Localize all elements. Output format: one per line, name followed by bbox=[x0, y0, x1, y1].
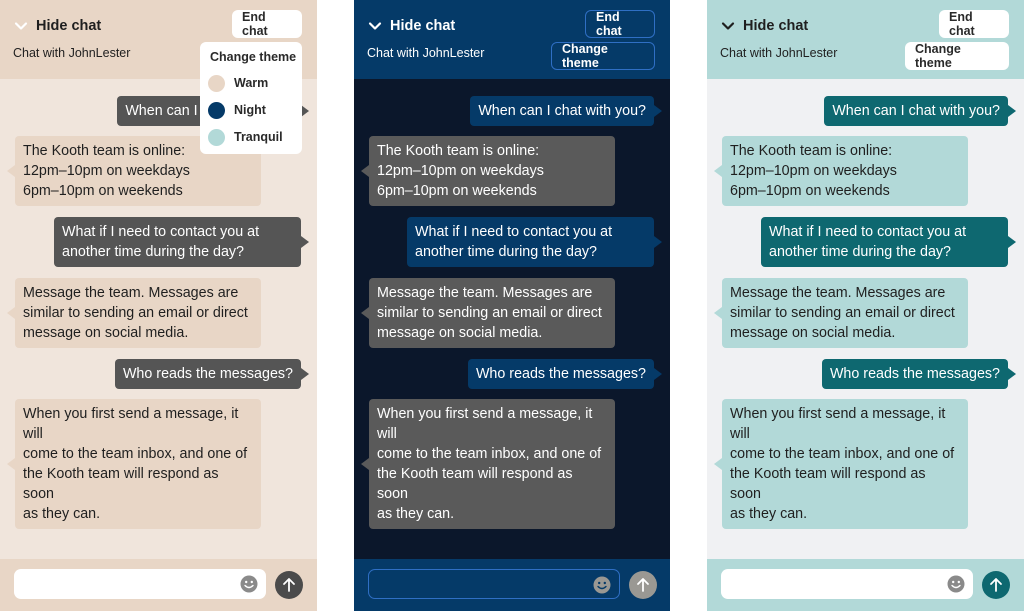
change-theme-button[interactable]: Change theme bbox=[905, 42, 1009, 70]
chat-header: Hide chat Chat with JohnLester End chat … bbox=[354, 0, 670, 79]
theme-option-label: Night bbox=[234, 103, 266, 117]
chat-subtitle: Chat with JohnLester bbox=[13, 46, 131, 60]
night-swatch-icon bbox=[208, 101, 225, 119]
theme-menu: Change theme Warm Night Tranquil bbox=[200, 42, 302, 154]
smiley-icon[interactable] bbox=[593, 576, 611, 594]
message-bot: The Kooth team is online: 12pm–10pm on w… bbox=[361, 136, 615, 206]
chevron-down-icon bbox=[14, 22, 28, 30]
send-button[interactable] bbox=[982, 571, 1010, 599]
chat-panel-night: Hide chat Chat with JohnLester End chat … bbox=[354, 0, 670, 611]
composer bbox=[707, 559, 1024, 611]
chevron-down-icon bbox=[721, 22, 735, 30]
theme-option-tranquil[interactable]: Tranquil bbox=[208, 127, 283, 147]
message-bot: When you first send a message, it will c… bbox=[7, 399, 261, 529]
message-input[interactable] bbox=[368, 569, 620, 599]
chat-header: Hide chat Chat with JohnLester End chat … bbox=[707, 0, 1024, 79]
chat-subtitle: Chat with JohnLester bbox=[367, 46, 485, 60]
message-list: When can I chat with you? The Kooth team… bbox=[354, 79, 670, 559]
message-user: What if I need to contact you at another… bbox=[761, 217, 1016, 267]
theme-menu-title: Change theme bbox=[210, 50, 297, 64]
message-input[interactable] bbox=[721, 569, 973, 599]
message-bot: The Kooth team is online: 12pm–10pm on w… bbox=[714, 136, 968, 206]
message-bot: Message the team. Messages are similar t… bbox=[714, 278, 968, 348]
hide-chat-label: Hide chat bbox=[743, 18, 809, 34]
message-user: When can I chat with you? bbox=[824, 96, 1016, 126]
arrow-up-icon bbox=[283, 578, 295, 592]
message-bot: When you first send a message, it will c… bbox=[361, 399, 615, 529]
composer bbox=[0, 559, 317, 611]
chat-panel-warm: Hide chat Chat with JohnLester End chat … bbox=[0, 0, 317, 611]
smiley-icon[interactable] bbox=[947, 575, 965, 593]
message-user: What if I need to contact you at another… bbox=[407, 217, 662, 267]
end-chat-button[interactable]: End chat bbox=[585, 10, 655, 38]
message-user: Who reads the messages? bbox=[821, 359, 1017, 389]
arrow-up-icon bbox=[637, 578, 649, 592]
message-user: Who reads the messages? bbox=[467, 359, 663, 389]
hide-chat-label: Hide chat bbox=[36, 18, 102, 34]
theme-option-label: Tranquil bbox=[234, 130, 283, 144]
chat-panel-tranquil: Hide chat Chat with JohnLester End chat … bbox=[707, 0, 1024, 611]
hide-chat-toggle[interactable]: Hide chat bbox=[14, 18, 101, 34]
hide-chat-label: Hide chat bbox=[390, 18, 456, 34]
send-button[interactable] bbox=[275, 571, 303, 599]
end-chat-button[interactable]: End chat bbox=[232, 10, 302, 38]
message-bot: Message the team. Messages are similar t… bbox=[361, 278, 615, 348]
arrow-up-icon bbox=[990, 578, 1002, 592]
chevron-down-icon bbox=[368, 22, 382, 30]
composer bbox=[354, 559, 670, 611]
hide-chat-toggle[interactable]: Hide chat bbox=[721, 18, 808, 34]
warm-swatch-icon bbox=[208, 74, 225, 92]
message-list: When can I chat with you? The Kooth team… bbox=[707, 79, 1024, 559]
end-chat-button[interactable]: End chat bbox=[939, 10, 1009, 38]
hide-chat-toggle[interactable]: Hide chat bbox=[368, 18, 455, 34]
message-user: Who reads the messages? bbox=[114, 359, 310, 389]
message-bot: When you first send a message, it will c… bbox=[714, 399, 968, 529]
chat-subtitle: Chat with JohnLester bbox=[720, 46, 838, 60]
message-user: What if I need to contact you at another… bbox=[54, 217, 309, 267]
message-user: When can I chat with you? bbox=[470, 96, 662, 126]
tranquil-swatch-icon bbox=[208, 128, 225, 146]
theme-option-label: Warm bbox=[234, 76, 269, 90]
theme-option-night[interactable]: Night bbox=[208, 100, 266, 120]
message-bot: Message the team. Messages are similar t… bbox=[7, 278, 261, 348]
theme-option-warm[interactable]: Warm bbox=[208, 73, 268, 93]
change-theme-button[interactable]: Change theme bbox=[551, 42, 655, 70]
smiley-icon[interactable] bbox=[240, 575, 258, 593]
message-input[interactable] bbox=[14, 569, 266, 599]
send-button[interactable] bbox=[629, 571, 657, 599]
